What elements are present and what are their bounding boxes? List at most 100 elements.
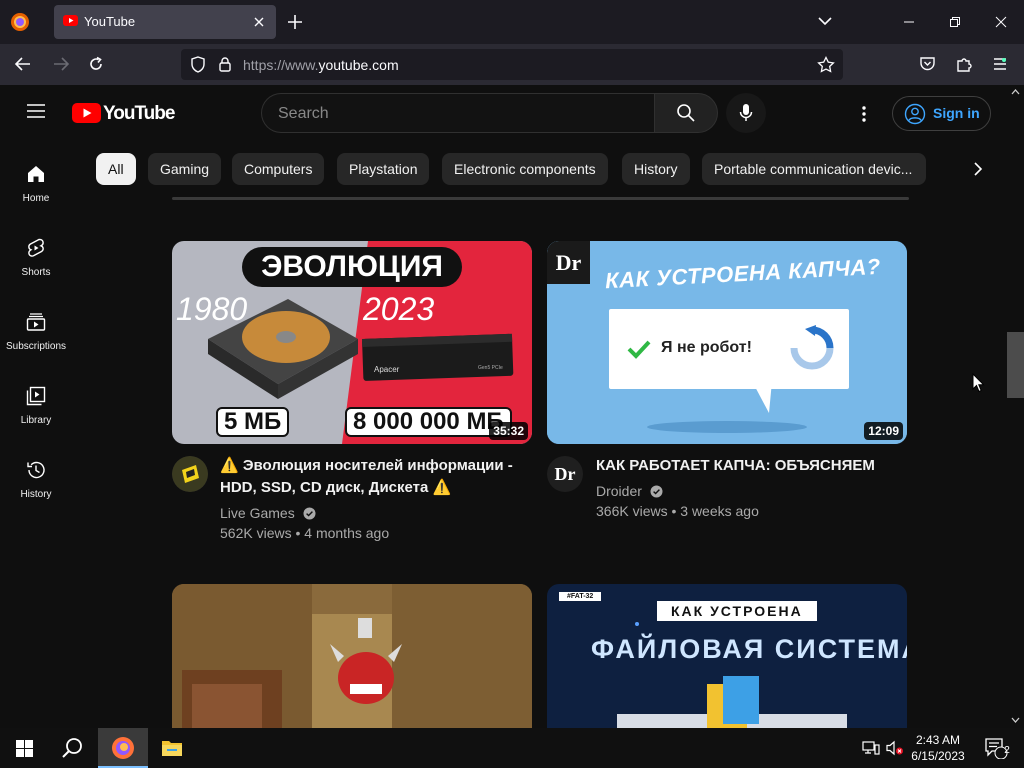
taskbar-search-button[interactable] (48, 728, 96, 768)
taskbar-file-explorer[interactable] (148, 728, 196, 768)
page-scrollbar[interactable] (1007, 85, 1024, 728)
close-tab-icon[interactable] (252, 15, 266, 29)
guide-menu-icon[interactable] (26, 103, 46, 119)
video-stats: 366K views • 3 weeks ago (596, 503, 759, 519)
list-all-tabs-icon[interactable] (817, 15, 833, 27)
chip-portable-communication-devices[interactable]: Portable communication devic... (702, 153, 926, 185)
sign-in-button[interactable]: Sign in (892, 96, 991, 131)
account-circle-icon (904, 103, 926, 125)
search-input[interactable]: Search (261, 93, 655, 133)
thumbnail-year-right: 2023 (363, 291, 435, 327)
minimize-window-icon[interactable] (886, 0, 932, 44)
thumbnail-year-left: 1980 (176, 291, 248, 327)
browser-tab-strip: YouTube (0, 0, 1024, 44)
channel-name-row: Live Games (220, 505, 316, 521)
channel-name[interactable]: Live Games (220, 505, 295, 521)
start-button[interactable] (0, 728, 48, 768)
sidebar-item-history[interactable]: History (0, 459, 72, 533)
windows-logo-icon (15, 739, 33, 757)
sidebar-item-label: Shorts (21, 267, 51, 278)
bookmark-star-icon[interactable] (817, 56, 835, 73)
scrollbar-thumb[interactable] (1007, 332, 1024, 398)
clock-time: 2:43 AM (915, 733, 961, 747)
thumbnail-size-right: 8 000 000 МБ (345, 407, 512, 437)
url-prefix: https://www. (243, 57, 319, 73)
chip-history[interactable]: History (622, 153, 690, 185)
tracking-protection-shield-icon[interactable] (190, 56, 206, 73)
search-button[interactable] (654, 93, 718, 133)
sidebar-item-shorts[interactable]: Shorts (0, 237, 72, 311)
folder-icon (162, 741, 182, 756)
settings-more-icon[interactable] (861, 105, 867, 123)
thumbnail-channel-logo: Dr (547, 241, 590, 284)
address-bar[interactable]: https://www.youtube.com (181, 49, 843, 80)
network-icon[interactable] (860, 728, 882, 768)
sidebar-item-home[interactable]: Home (0, 163, 72, 237)
voice-search-button[interactable] (726, 93, 766, 133)
notification-count: 2 (1004, 745, 1010, 756)
video-title[interactable]: ⚠️ Эволюция носителей информации - HDD, … (220, 455, 520, 499)
close-window-icon[interactable] (978, 0, 1024, 44)
url-domain: youtube.com (318, 57, 399, 73)
navigation-toolbar: https://www.youtube.com (0, 44, 1024, 85)
thumbnail-image (172, 584, 532, 728)
scroll-down-arrow-icon[interactable] (1011, 717, 1020, 723)
video-thumbnail-2[interactable]: Dr КАК УСТРОЕНА КАПЧА? Я не робот! 12:09 (547, 241, 907, 444)
url-text: https://www.youtube.com (243, 57, 399, 73)
youtube-logo-icon (72, 103, 101, 123)
new-tab-icon[interactable] (286, 13, 304, 31)
volume-muted-icon[interactable] (884, 728, 906, 768)
chip-electronic-components[interactable]: Electronic components (442, 153, 608, 185)
verified-check-icon (650, 485, 663, 498)
youtube-logo-text: YouTube (103, 103, 175, 124)
taskbar-clock[interactable]: 2:43 AM 6/15/2023 (905, 732, 971, 764)
captcha-label: Я не робот! (661, 339, 752, 356)
video-duration: 12:09 (864, 422, 903, 440)
action-center-button[interactable]: 2 (976, 728, 1016, 768)
taskbar-firefox[interactable] (98, 728, 148, 768)
thumbnail-size-left: 5 МБ (216, 407, 290, 437)
channel-avatar[interactable]: Dr (547, 456, 583, 492)
scroll-up-arrow-icon[interactable] (1011, 89, 1020, 95)
clock-date: 6/15/2023 (911, 749, 965, 763)
youtube-logo[interactable]: YouTube (72, 102, 175, 124)
channel-name[interactable]: Droider (596, 483, 642, 499)
reload-icon[interactable] (88, 56, 104, 72)
history-icon (27, 461, 45, 479)
forward-arrow-icon[interactable] (52, 56, 70, 72)
firefox-view-icon[interactable] (10, 12, 30, 32)
thumbnail-brand-sub: Gen5 PCIe (478, 365, 503, 371)
video-title[interactable]: КАК РАБОТАЕТ КАПЧА: ОБЪЯСНЯЕМ (596, 455, 896, 477)
restore-window-icon[interactable] (932, 0, 978, 44)
section-divider (172, 197, 909, 200)
video-thumbnail-4[interactable]: #FAT-32 КАК УСТРОЕНА ФАЙЛОВАЯ СИСТЕМА (547, 584, 907, 728)
subscriptions-icon (26, 313, 46, 331)
recaptcha-icon (790, 325, 834, 370)
app-menu-icon[interactable] (992, 57, 1008, 71)
verified-check-icon (303, 507, 316, 520)
chips-next-arrow-icon[interactable] (970, 161, 986, 177)
back-arrow-icon[interactable] (14, 56, 32, 72)
sidebar-item-subscriptions[interactable]: Subscriptions (0, 311, 72, 385)
pocket-icon[interactable] (919, 56, 936, 72)
tab-youtube[interactable]: YouTube (54, 5, 276, 39)
chip-playstation[interactable]: Playstation (337, 153, 430, 185)
captcha-box: Я не робот! (609, 309, 849, 389)
tab-title: YouTube (84, 14, 136, 29)
sidebar-item-label: Subscriptions (5, 341, 67, 352)
chip-all[interactable]: All (96, 153, 136, 185)
sidebar-item-library[interactable]: Library (0, 385, 72, 459)
chip-computers[interactable]: Computers (232, 153, 325, 185)
video-thumbnail-1[interactable]: ЭВОЛЮЦИЯ 1980 2023 Apacer Gen5 PCIe 5 МБ… (172, 241, 532, 444)
channel-avatar[interactable] (172, 456, 208, 492)
mouse-cursor-icon (972, 373, 985, 393)
lock-icon[interactable] (218, 56, 232, 73)
chip-gaming[interactable]: Gaming (148, 153, 222, 185)
extensions-puzzle-icon[interactable] (956, 56, 973, 73)
video-thumbnail-3[interactable] (172, 584, 532, 728)
search-icon (677, 104, 695, 122)
thumbnail-heading: ЭВОЛЮЦИЯ (242, 247, 462, 287)
sidebar-item-label: Library (20, 415, 52, 426)
thumbnail-heading-1: КАК УСТРОЕНА (657, 601, 817, 621)
firefox-icon (112, 737, 134, 759)
